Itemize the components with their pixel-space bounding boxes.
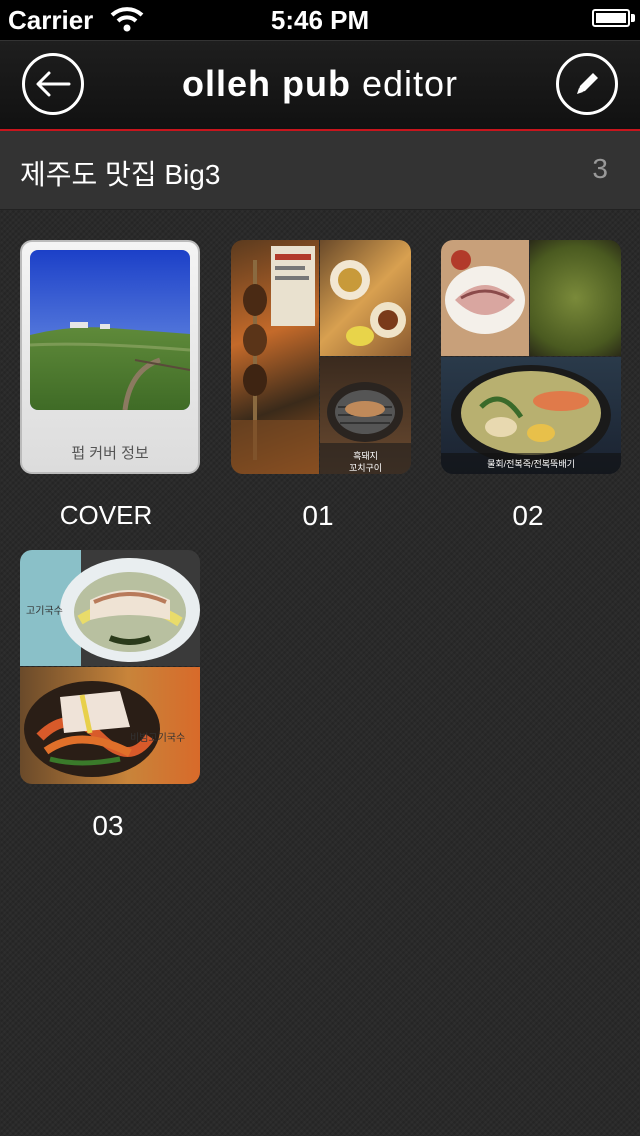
edit-button[interactable] [556, 53, 618, 115]
photo-spicy-noodles: 비빔고기국수 [20, 667, 200, 784]
page-label-01: 01 [302, 500, 334, 531]
status-time: 5:46 PM [270, 5, 370, 35]
photo-caption: 물회/전복죽/전복뚝배기 [487, 459, 575, 469]
photo-caption: 비빔고기국수 [130, 733, 186, 744]
page-thumbnail-01[interactable]: 흑돼지 꼬치구이 [231, 240, 411, 474]
cover-caption: 펍 커버 정보 [71, 445, 149, 462]
page-count: 3 [592, 153, 608, 184]
photo-skewers [231, 240, 319, 474]
battery-tip [631, 14, 635, 22]
page-label-03: 03 [92, 810, 124, 841]
pencil-icon [577, 73, 598, 94]
photo-raw-fish [441, 240, 529, 356]
book-title: 제주도 맛집 Big3 [20, 159, 221, 190]
nav-bar: olleh pub editor [0, 40, 640, 132]
page-label-02: 02 [512, 500, 544, 531]
photo-side-dishes [320, 240, 411, 356]
photo-caption: 꼬치구이 [348, 463, 383, 473]
page-thumbnail-03[interactable]: 고기국수 비빔고기국수 [20, 550, 200, 784]
cover-image [30, 250, 190, 410]
book-header: 제주도 맛집 Big3 3 [0, 131, 640, 210]
page-label-cover: COVER [59, 500, 153, 530]
app-title: olleh pub editor [0, 63, 640, 105]
battery-icon [592, 9, 630, 27]
photo-grill: 흑돼지 꼬치구이 [320, 357, 411, 474]
app-title-bold: olleh pub [181, 63, 351, 104]
app-title-light: editor [361, 63, 459, 104]
photo-caption: 고기국수 [26, 606, 63, 617]
photo-porridge [530, 240, 621, 356]
page-thumbnail-02[interactable]: 물회/전복죽/전복뚝배기 [441, 240, 621, 474]
status-bar: Carrier 5:46 PM [0, 0, 640, 40]
photo-meat-noodles: 고기국수 [20, 550, 200, 666]
cover-thumbnail[interactable]: 펍 커버 정보 [20, 240, 200, 474]
photo-hotpot: 물회/전복죽/전복뚝배기 [441, 357, 621, 474]
